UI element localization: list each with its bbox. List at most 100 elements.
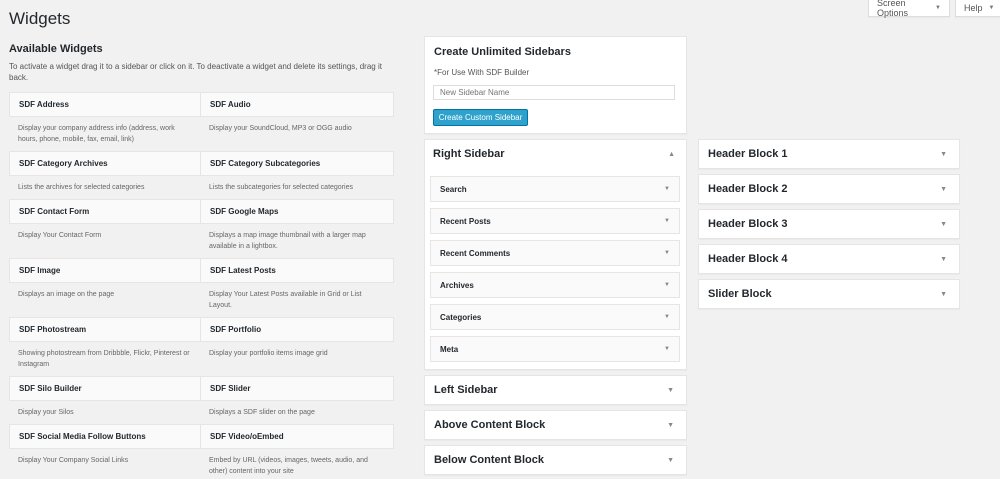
widget-description: Lists the subcategories for selected cat…: [209, 184, 353, 191]
sidebar-widget-title: Recent Posts: [440, 216, 491, 226]
help-button[interactable]: Help ▼: [955, 0, 1000, 17]
sidebar-above-content-block[interactable]: Above Content Block ▼: [424, 410, 687, 440]
caret-down-icon: ▼: [940, 290, 947, 298]
caret-down-icon: ▼: [935, 5, 941, 11]
widget-sdf-slider[interactable]: SDF Slider: [200, 376, 394, 401]
widget-sdf-image[interactable]: SDF Image: [9, 258, 203, 283]
sidebar-widget-title: Archives: [440, 280, 474, 290]
sidebar-header-block-1[interactable]: Header Block 1 ▼: [698, 139, 960, 169]
caret-down-icon: ▼: [667, 456, 674, 464]
create-sidebar-note: *For Use With SDF Builder: [434, 68, 530, 77]
widget-sdf-latest-posts[interactable]: SDF Latest Posts: [200, 258, 394, 283]
screen-options-button[interactable]: Screen Options ▼: [868, 0, 950, 18]
widget-title: SDF Video/oEmbed: [210, 432, 284, 441]
caret-down-icon: ▼: [664, 346, 670, 352]
sidebar-widget-title: Search: [440, 184, 467, 194]
caret-down-icon: ▼: [664, 314, 670, 320]
widget-title: SDF Category Archives: [19, 159, 108, 168]
widget-sdf-video-oembed[interactable]: SDF Video/oEmbed: [200, 424, 394, 449]
widget-sdf-address[interactable]: SDF Address: [9, 92, 203, 117]
widget-sdf-audio[interactable]: SDF Audio: [200, 92, 394, 117]
sidebar-widget-title: Meta: [440, 344, 459, 354]
widget-sdf-contact-form[interactable]: SDF Contact Form: [9, 199, 203, 224]
sidebar-title: Below Content Block: [434, 454, 545, 466]
caret-down-icon: ▼: [664, 186, 670, 192]
caret-down-icon: ▼: [664, 218, 670, 224]
widget-title: SDF Photostream: [19, 325, 87, 334]
sidebar-widget-title: Recent Comments: [440, 248, 511, 258]
sidebar-header-block-4[interactable]: Header Block 4 ▼: [698, 244, 960, 274]
widget-title: SDF Contact Form: [19, 207, 90, 216]
widget-title: SDF Google Maps: [210, 207, 279, 216]
sidebar-slider-block[interactable]: Slider Block ▼: [698, 279, 960, 309]
sidebar-widget-archives[interactable]: Archives ▼: [430, 272, 680, 298]
caret-down-icon: ▼: [940, 255, 947, 263]
available-widgets-heading: Available Widgets: [9, 43, 103, 55]
widget-title: SDF Audio: [210, 100, 251, 109]
widget-title: SDF Category Subcategories: [210, 159, 321, 168]
caret-down-icon: ▼: [988, 5, 995, 11]
page-title: Widgets: [9, 9, 71, 28]
help-label: Help: [964, 3, 983, 13]
create-custom-sidebar-button[interactable]: Create Custom Sidebar: [433, 109, 528, 126]
widget-description: Lists the archives for selected categori…: [18, 184, 145, 191]
right-sidebar-title: Right Sidebar: [433, 148, 505, 160]
sidebar-widget-meta[interactable]: Meta ▼: [430, 336, 680, 362]
widget-sdf-category-subcategories[interactable]: SDF Category Subcategories: [200, 151, 394, 176]
right-sidebar-header[interactable]: Right Sidebar ▲: [424, 139, 687, 169]
widget-description: Display your SoundCloud, MP3 or OGG audi…: [209, 125, 352, 132]
sidebar-title: Header Block 2: [708, 183, 788, 195]
widget-description: Displays a map image thumbnail with a la…: [209, 232, 366, 250]
sidebar-title: Left Sidebar: [434, 384, 498, 396]
caret-down-icon: ▼: [667, 386, 674, 394]
new-sidebar-name-input[interactable]: [433, 85, 675, 100]
caret-down-icon: ▼: [667, 421, 674, 429]
widget-description: Display Your Contact Form: [18, 232, 102, 239]
widget-description: Embed by URL (videos, images, tweets, au…: [209, 457, 368, 475]
caret-down-icon: ▼: [940, 220, 947, 228]
widget-title: SDF Latest Posts: [210, 266, 276, 275]
widget-sdf-google-maps[interactable]: SDF Google Maps: [200, 199, 394, 224]
widget-description: Display your Silos: [18, 409, 74, 416]
widget-sdf-portfolio[interactable]: SDF Portfolio: [200, 317, 394, 342]
sidebar-widget-categories[interactable]: Categories ▼: [430, 304, 680, 330]
widget-title: SDF Silo Builder: [19, 384, 82, 393]
sidebar-header-block-2[interactable]: Header Block 2 ▼: [698, 174, 960, 204]
caret-down-icon: ▼: [664, 282, 670, 288]
widget-sdf-photostream[interactable]: SDF Photostream: [9, 317, 203, 342]
widget-title: SDF Portfolio: [210, 325, 262, 334]
sidebar-widget-recent-posts[interactable]: Recent Posts ▼: [430, 208, 680, 234]
create-sidebar-title: Create Unlimited Sidebars: [434, 46, 571, 58]
available-widgets-description: To activate a widget drag it to a sideba…: [9, 62, 382, 82]
widget-description: Display Your Company Social Links: [18, 457, 129, 464]
widget-description: Display your company address info (addre…: [18, 125, 175, 143]
caret-down-icon: ▼: [940, 185, 947, 193]
widget-title: SDF Slider: [210, 384, 251, 393]
widget-sdf-category-archives[interactable]: SDF Category Archives: [9, 151, 203, 176]
widget-sdf-social-media-follow-buttons[interactable]: SDF Social Media Follow Buttons: [9, 424, 203, 449]
widget-sdf-silo-builder[interactable]: SDF Silo Builder: [9, 376, 203, 401]
widget-title: SDF Social Media Follow Buttons: [19, 432, 146, 441]
widget-description: Display Your Latest Posts available in G…: [209, 291, 362, 309]
sidebar-widget-search[interactable]: Search ▼: [430, 176, 680, 202]
widget-title: SDF Address: [19, 100, 69, 109]
sidebar-title: Slider Block: [708, 288, 772, 300]
widget-title: SDF Image: [19, 266, 61, 275]
sidebar-title: Header Block 1: [708, 148, 788, 160]
widget-description: Showing photostream from Dribbble, Flick…: [18, 350, 190, 368]
chevron-up-icon: ▲: [668, 150, 675, 158]
screen-options-label: Screen Options: [877, 0, 909, 18]
caret-down-icon: ▼: [664, 250, 670, 256]
sidebar-left-sidebar[interactable]: Left Sidebar ▼: [424, 375, 687, 405]
caret-down-icon: ▼: [940, 150, 947, 158]
widget-description: Displays an image on the page: [18, 291, 115, 298]
widget-description: Display your portfolio items image grid: [209, 350, 328, 357]
sidebar-widget-recent-comments[interactable]: Recent Comments ▼: [430, 240, 680, 266]
sidebar-below-content-block[interactable]: Below Content Block ▼: [424, 445, 687, 475]
sidebar-title: Header Block 4: [708, 253, 788, 265]
sidebar-title: Above Content Block: [434, 419, 546, 431]
sidebar-title: Header Block 3: [708, 218, 788, 230]
sidebar-widget-title: Categories: [440, 312, 482, 322]
sidebar-header-block-3[interactable]: Header Block 3 ▼: [698, 209, 960, 239]
widget-description: Displays a SDF slider on the page: [209, 409, 315, 416]
